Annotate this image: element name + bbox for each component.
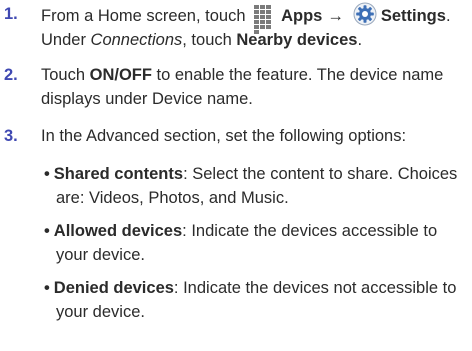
connections-label: Connections <box>90 31 183 49</box>
bullet-glyph: • <box>44 165 50 183</box>
list-item: • Shared contents: Select the content to … <box>44 162 466 210</box>
list-item: • Denied devices: Indicate the devices no… <box>44 276 466 324</box>
step-2-line-2: displays under Device name. <box>41 90 253 108</box>
step-text: , touch <box>182 31 237 49</box>
on-off-label: ON/OFF <box>89 66 152 84</box>
option-text: are: Videos, Photos, and Music. <box>56 189 289 207</box>
option-label: Allowed devices <box>53 222 183 240</box>
step-number: 3. <box>4 127 18 145</box>
option-text: : Select the content to share. Choices <box>183 165 458 183</box>
step-1-line-1: From a Home screen, touch Apps → Setting… <box>41 2 466 34</box>
bullet-glyph: • <box>44 279 50 297</box>
option-label: Denied devices <box>53 279 174 297</box>
step-number: 1. <box>4 5 18 23</box>
step-body: From a Home screen, touch Apps → Setting… <box>41 2 466 52</box>
step-text: Under <box>41 31 91 49</box>
step-text: . <box>357 31 363 49</box>
step-text: to enable the feature. The device name <box>151 66 444 84</box>
step-number: 2. <box>4 66 18 84</box>
instructions-document: 1. From a Home screen, touch Apps → Sett… <box>0 0 472 351</box>
option-text: : Indicate the devices accessible to <box>182 222 438 240</box>
option-label: Shared contents <box>53 165 184 183</box>
step-2-line-1: Touch ON/OFF to enable the feature. The … <box>41 63 466 87</box>
apps-grid-icon <box>254 5 277 34</box>
nearby-devices-label: Nearby devices <box>236 31 358 49</box>
option-text: your device. <box>56 246 145 264</box>
step-body: Touch ON/OFF to enable the feature. The … <box>41 63 466 111</box>
option-text: your device. <box>56 303 145 321</box>
arrow-icon: → <box>327 7 344 25</box>
step-text: Touch <box>41 66 90 84</box>
step-body: In the Advanced section, set the followi… <box>41 127 407 145</box>
apps-label: Apps <box>281 7 323 25</box>
step-text: From a Home screen, touch <box>41 7 246 25</box>
settings-gear-icon <box>353 2 377 26</box>
option-text: : Indicate the devices not accessible to <box>173 279 457 297</box>
step-text: . <box>445 7 451 25</box>
bullet-glyph: • <box>44 222 50 240</box>
step-1-line-2: Under Connections, touch Nearby devices. <box>41 28 466 52</box>
list-item: • Allowed devices: Indicate the devices a… <box>44 219 466 267</box>
settings-label: Settings <box>380 7 446 25</box>
